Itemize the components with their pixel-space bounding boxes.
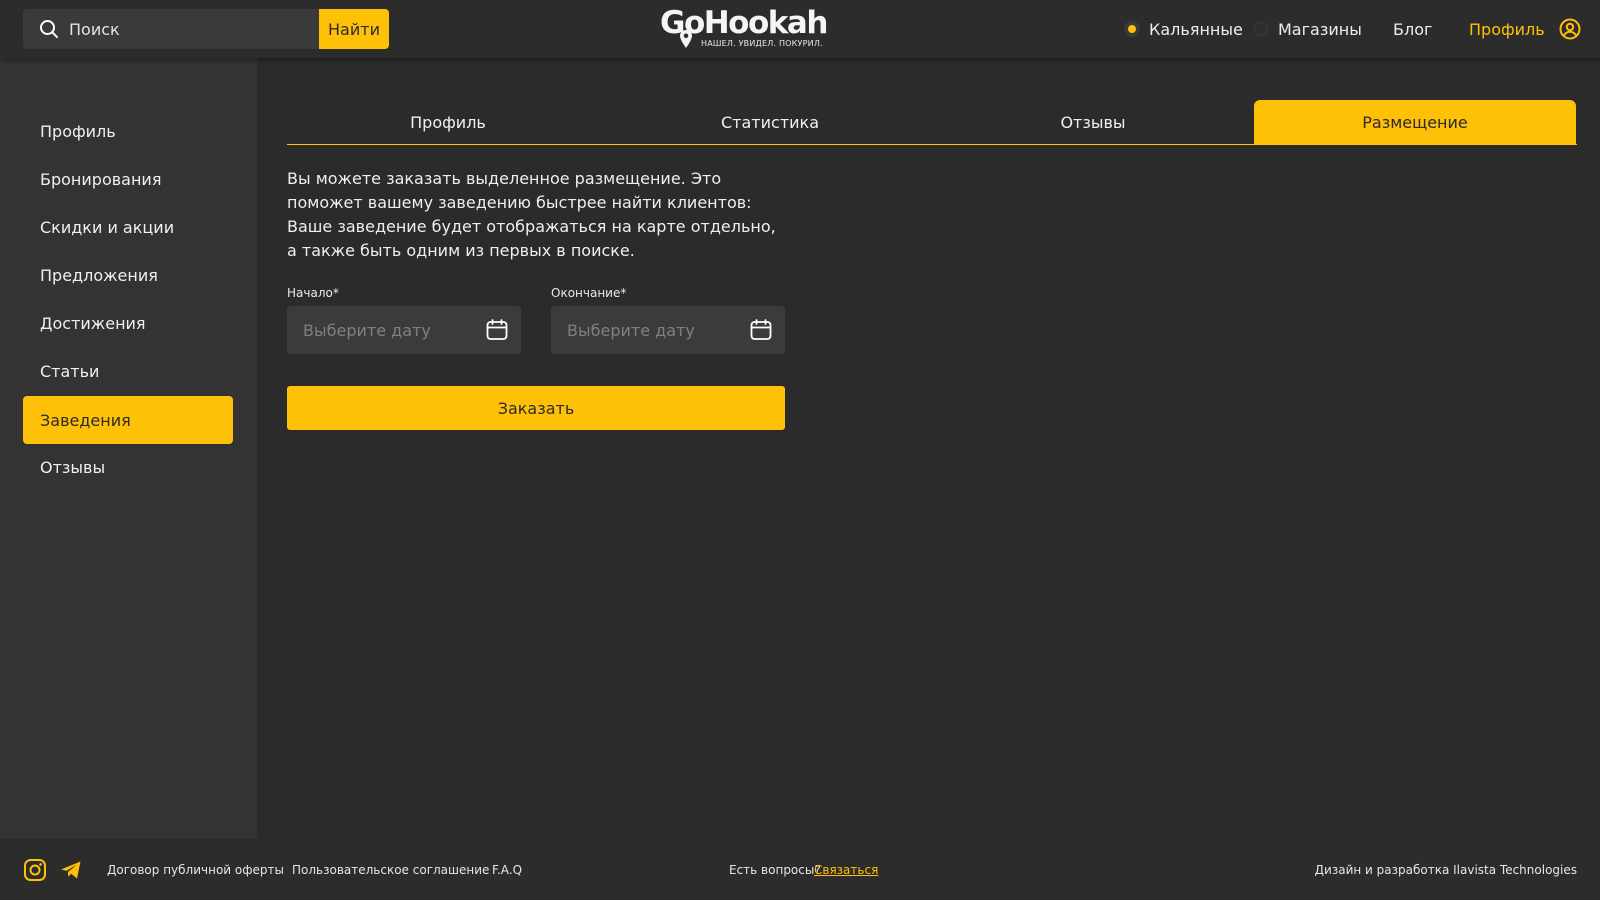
instagram-icon[interactable] bbox=[23, 858, 47, 882]
search-button[interactable]: Найти bbox=[319, 9, 389, 49]
sidebar-item-offers[interactable]: Предложения bbox=[23, 251, 233, 299]
sidebar-item-discounts[interactable]: Скидки и акции bbox=[23, 203, 233, 251]
footer-offer-link[interactable]: Договор публичной оферты bbox=[107, 863, 284, 877]
start-date-label: Начало* bbox=[287, 286, 339, 300]
sidebar-item-venues[interactable]: Заведения bbox=[23, 396, 233, 444]
telegram-icon[interactable] bbox=[59, 858, 83, 882]
user-circle-icon bbox=[1559, 18, 1581, 40]
nav-blog[interactable]: Блог bbox=[1393, 0, 1432, 58]
sidebar-item-achievements[interactable]: Достижения bbox=[23, 299, 233, 347]
logo[interactable]: GoHookah НАШЕЛ. УВИДЕЛ. ПОКУРИЛ. bbox=[660, 6, 828, 50]
search-box[interactable] bbox=[23, 9, 319, 49]
nav-profile[interactable]: Профиль bbox=[1469, 0, 1581, 58]
calendar-icon[interactable] bbox=[485, 318, 509, 342]
map-pin-icon bbox=[680, 30, 692, 48]
start-date-input[interactable] bbox=[303, 320, 473, 340]
placement-description: Вы можете заказать выделенное размещение… bbox=[287, 169, 776, 260]
footer-contact-link[interactable]: Связаться bbox=[814, 863, 878, 877]
footer: Договор публичной оферты Пользовательско… bbox=[0, 839, 1600, 900]
nav-shops-label: Магазины bbox=[1278, 19, 1362, 39]
radio-unselected-icon bbox=[1254, 22, 1268, 36]
top-bar: Найти GoHookah НАШЕЛ. УВИДЕЛ. ПОКУРИЛ. К… bbox=[0, 0, 1600, 58]
tab-profile[interactable]: Профиль bbox=[287, 100, 609, 144]
search-icon bbox=[39, 19, 59, 39]
nav-hookahs-label: Кальянные bbox=[1149, 19, 1243, 39]
tab-bar: Профиль Статистика Отзывы Размещение bbox=[287, 100, 1577, 145]
sidebar-item-bookings[interactable]: Бронирования bbox=[23, 155, 233, 203]
end-date-field[interactable] bbox=[551, 306, 785, 354]
tab-statistics[interactable]: Статистика bbox=[609, 100, 931, 144]
nav-blog-label: Блог bbox=[1393, 19, 1433, 39]
end-date-input[interactable] bbox=[567, 320, 737, 340]
sidebar-item-reviews[interactable]: Отзывы bbox=[23, 443, 233, 491]
footer-credits: Дизайн и разработка Ilavista Technologie… bbox=[1314, 863, 1577, 877]
search-input[interactable] bbox=[69, 19, 289, 39]
tab-reviews[interactable]: Отзывы bbox=[932, 100, 1254, 144]
logo-tagline: НАШЕЛ. УВИДЕЛ. ПОКУРИЛ. bbox=[701, 39, 823, 48]
nav-shops[interactable]: Магазины bbox=[1254, 0, 1362, 58]
sidebar: Профиль Бронирования Скидки и акции Пред… bbox=[0, 58, 257, 839]
calendar-icon[interactable] bbox=[749, 318, 773, 342]
nav-hookahs[interactable]: Кальянные bbox=[1125, 0, 1243, 58]
footer-question-text: Есть вопросы? bbox=[729, 863, 821, 877]
footer-agreement-link[interactable]: Пользовательское соглашение bbox=[292, 863, 489, 877]
nav-profile-label: Профиль bbox=[1469, 19, 1545, 39]
radio-selected-icon bbox=[1125, 22, 1139, 36]
sidebar-item-articles[interactable]: Статьи bbox=[23, 347, 233, 395]
end-date-label: Окончание* bbox=[551, 286, 627, 300]
order-button[interactable]: Заказать bbox=[287, 386, 785, 430]
tab-placement[interactable]: Размещение bbox=[1254, 100, 1576, 144]
footer-faq-link[interactable]: F.A.Q bbox=[492, 863, 522, 877]
sidebar-item-profile[interactable]: Профиль bbox=[23, 107, 233, 155]
start-date-field[interactable] bbox=[287, 306, 521, 354]
